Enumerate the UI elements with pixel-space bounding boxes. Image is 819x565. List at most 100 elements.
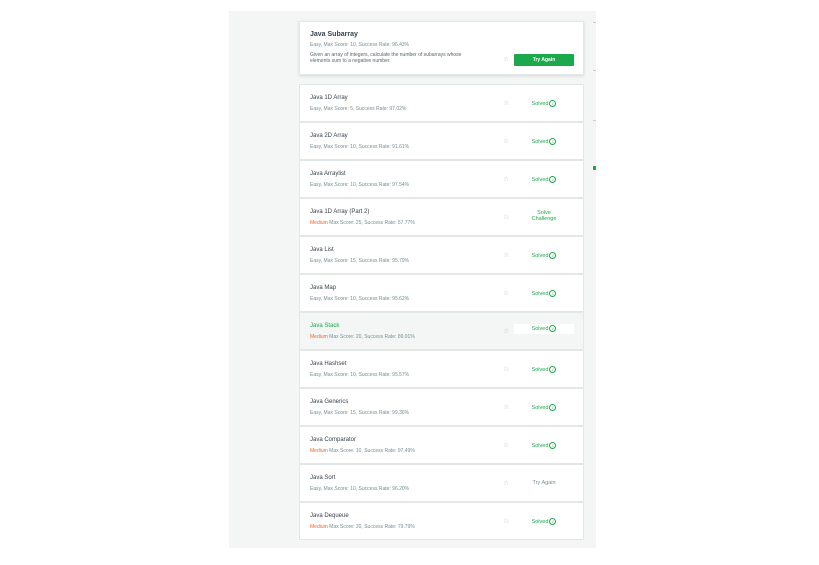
challenge-title[interactable]: Java Sort bbox=[310, 475, 335, 481]
score-and-success-rate: , Max Score: 10, Success Rate: 95.57% bbox=[320, 372, 410, 378]
bookmark-star-icon[interactable]: ☆ bbox=[503, 441, 509, 449]
bookmark-star-icon[interactable]: ☆ bbox=[503, 479, 509, 487]
challenge-meta: Medium Max Score: 10, Success Rate: 97.4… bbox=[310, 448, 415, 454]
check-circle-icon: ✓ bbox=[549, 138, 557, 145]
bookmark-star-icon[interactable]: ☆ bbox=[503, 327, 509, 335]
challenge-title[interactable]: Java List bbox=[310, 247, 334, 253]
status-label: Solved bbox=[531, 404, 549, 411]
challenge-meta: Easy, Max Score: 10, Success Rate: 96.20… bbox=[310, 486, 409, 492]
sidebar-divider bbox=[593, 120, 596, 121]
challenge-title[interactable]: Java Arraylist bbox=[310, 171, 346, 177]
challenge-title[interactable]: Java Stack bbox=[310, 323, 339, 329]
difficulty-label: Easy bbox=[310, 486, 321, 492]
score-and-success-rate: , Max Score: 10, Success Rate: 95.62% bbox=[320, 296, 410, 302]
check-circle-icon: ✓ bbox=[549, 404, 557, 411]
challenge-row[interactable]: Java Hashset Easy, Max Score: 10, Success… bbox=[299, 350, 584, 388]
bookmark-star-icon[interactable]: ☆ bbox=[503, 213, 509, 221]
challenge-meta: Medium Max Score: 20, Success Rate: 89.9… bbox=[310, 334, 415, 340]
score-and-success-rate: Max Score: 10, Success Rate: 97.49% bbox=[327, 448, 415, 454]
challenge-status-solved[interactable]: Solved ✓ bbox=[514, 100, 574, 107]
challenge-status-solved[interactable]: Solved ✓ bbox=[514, 252, 574, 259]
status-label: Solved bbox=[531, 176, 549, 183]
status-label: Solved bbox=[531, 290, 549, 297]
right-sidebar-edge bbox=[592, 11, 596, 548]
bookmark-star-icon[interactable]: ☆ bbox=[503, 403, 509, 411]
difficulty-label: Easy bbox=[310, 182, 321, 188]
challenge-title[interactable]: Java Comparator bbox=[310, 437, 356, 443]
challenge-status-solved[interactable]: Solved ✓ bbox=[514, 324, 574, 334]
challenge-row[interactable]: Java Stack Medium Max Score: 20, Success … bbox=[299, 312, 584, 350]
score-and-success-rate: , Max Score: 15, Success Rate: 95.79% bbox=[320, 258, 410, 264]
difficulty-label: Easy bbox=[310, 296, 321, 302]
challenge-title[interactable]: Java 1D Array bbox=[310, 95, 348, 101]
check-circle-icon: ✓ bbox=[549, 290, 557, 297]
challenge-status-solve[interactable]: Solve Challenge bbox=[514, 210, 574, 222]
challenge-status-solved[interactable]: Solved ✓ bbox=[514, 404, 574, 411]
challenge-status-solved[interactable]: Solved ✓ bbox=[514, 518, 574, 525]
status-label: Solved bbox=[531, 326, 549, 332]
sidebar-divider bbox=[593, 70, 596, 71]
challenge-status-solved[interactable]: Solved ✓ bbox=[514, 442, 574, 449]
status-label: Solved bbox=[531, 518, 549, 525]
challenge-title[interactable]: Java 1D Array (Part 2) bbox=[310, 209, 369, 215]
bookmark-star-icon[interactable]: ☆ bbox=[503, 55, 509, 63]
challenge-row[interactable]: Java 2D Array Easy, Max Score: 10, Succes… bbox=[299, 122, 584, 160]
check-circle-icon: ✓ bbox=[549, 176, 557, 183]
difficulty-label: Medium bbox=[310, 334, 328, 340]
score-and-success-rate: , Max Score: 15, Success Rate: 99.36% bbox=[320, 410, 410, 416]
score-and-success-rate: Max Score: 20, Success Rate: 79.79% bbox=[327, 524, 415, 530]
status-label: Solved bbox=[531, 442, 549, 449]
bookmark-star-icon[interactable]: ☆ bbox=[503, 251, 509, 259]
check-circle-icon: ✓ bbox=[549, 442, 557, 449]
challenge-meta: Easy, Max Score: 15, Success Rate: 99.36… bbox=[310, 410, 409, 416]
challenge-row[interactable]: Java Dequeue Medium Max Score: 20, Succes… bbox=[299, 502, 584, 540]
check-circle-icon: ✓ bbox=[549, 252, 557, 259]
status-label: Solved bbox=[531, 100, 549, 107]
challenge-row[interactable]: Java List Easy, Max Score: 15, Success Ra… bbox=[299, 236, 584, 274]
bookmark-star-icon[interactable]: ☆ bbox=[503, 99, 509, 107]
score-and-success-rate: , Max Score: 10, Success Rate: 91.61% bbox=[320, 144, 410, 150]
status-label: Try Again bbox=[532, 480, 556, 486]
status-label: Solve Challenge bbox=[531, 210, 557, 222]
challenge-row[interactable]: Java Sort Easy, Max Score: 10, Success Ra… bbox=[299, 464, 584, 502]
check-circle-icon: ✓ bbox=[549, 325, 557, 333]
score-and-success-rate: Max Score: 25, Success Rate: 57.77% bbox=[327, 220, 415, 226]
score-and-success-rate: , Max Score: 10, Success Rate: 97.54% bbox=[320, 182, 410, 188]
check-circle-icon: ✓ bbox=[549, 518, 557, 525]
challenge-title[interactable]: Java Subarray bbox=[310, 31, 358, 38]
challenge-title[interactable]: Java Hashset bbox=[310, 361, 346, 367]
bookmark-star-icon[interactable]: ☆ bbox=[503, 517, 509, 525]
challenge-status-solved[interactable]: Solved ✓ bbox=[514, 290, 574, 297]
challenge-meta: Easy, Max Score: 10, Success Rate: 91.61… bbox=[310, 144, 409, 150]
difficulty-label: Easy bbox=[310, 410, 321, 416]
challenge-row[interactable]: Java Generics Easy, Max Score: 15, Succes… bbox=[299, 388, 584, 426]
challenge-list-panel: Java Subarray Easy, Max Score: 10, Succe… bbox=[229, 11, 596, 548]
sidebar-progress-indicator bbox=[593, 166, 596, 170]
challenge-status-retry[interactable]: Try Again bbox=[514, 480, 574, 486]
challenge-status-solved[interactable]: Solved ✓ bbox=[514, 176, 574, 183]
bookmark-star-icon[interactable]: ☆ bbox=[503, 289, 509, 297]
challenge-row[interactable]: Java Arraylist Easy, Max Score: 10, Succe… bbox=[299, 160, 584, 198]
bookmark-star-icon[interactable]: ☆ bbox=[503, 175, 509, 183]
bookmark-star-icon[interactable]: ☆ bbox=[503, 137, 509, 145]
bookmark-star-icon[interactable]: ☆ bbox=[503, 365, 509, 373]
challenge-meta: Easy, Max Score: 10, Success Rate: 95.57… bbox=[310, 372, 409, 378]
challenge-row[interactable]: Java Comparator Medium Max Score: 10, Suc… bbox=[299, 426, 584, 464]
score-and-success-rate: , Max Score: 10, Success Rate: 96.20% bbox=[320, 486, 410, 492]
challenge-meta: Easy, Max Score: 10, Success Rate: 95.62… bbox=[310, 296, 409, 302]
challenge-status-solved[interactable]: Solved ✓ bbox=[514, 366, 574, 373]
challenge-title[interactable]: Java 2D Array bbox=[310, 133, 348, 139]
challenge-row[interactable]: Java Map Easy, Max Score: 10, Success Rat… bbox=[299, 274, 584, 312]
challenge-row[interactable]: Java 1D Array (Part 2) Medium Max Score: … bbox=[299, 198, 584, 236]
challenge-title[interactable]: Java Generics bbox=[310, 399, 348, 405]
challenge-title[interactable]: Java Map bbox=[310, 285, 336, 291]
try-again-button[interactable]: Try Again bbox=[514, 54, 574, 66]
challenge-row[interactable]: Java 1D Array Easy, Max Score: 5, Success… bbox=[299, 84, 584, 122]
featured-challenge-card[interactable]: Java Subarray Easy, Max Score: 10, Succe… bbox=[299, 21, 584, 75]
score-and-success-rate: , Max Score: 5, Success Rate: 97.02% bbox=[320, 106, 407, 112]
challenge-title[interactable]: Java Dequeue bbox=[310, 513, 349, 519]
challenge-meta: Easy, Max Score: 10, Success Rate: 97.54… bbox=[310, 182, 409, 188]
challenge-status-solved[interactable]: Solved ✓ bbox=[514, 138, 574, 145]
status-label: Solved bbox=[531, 252, 549, 259]
sidebar-divider bbox=[593, 22, 596, 23]
